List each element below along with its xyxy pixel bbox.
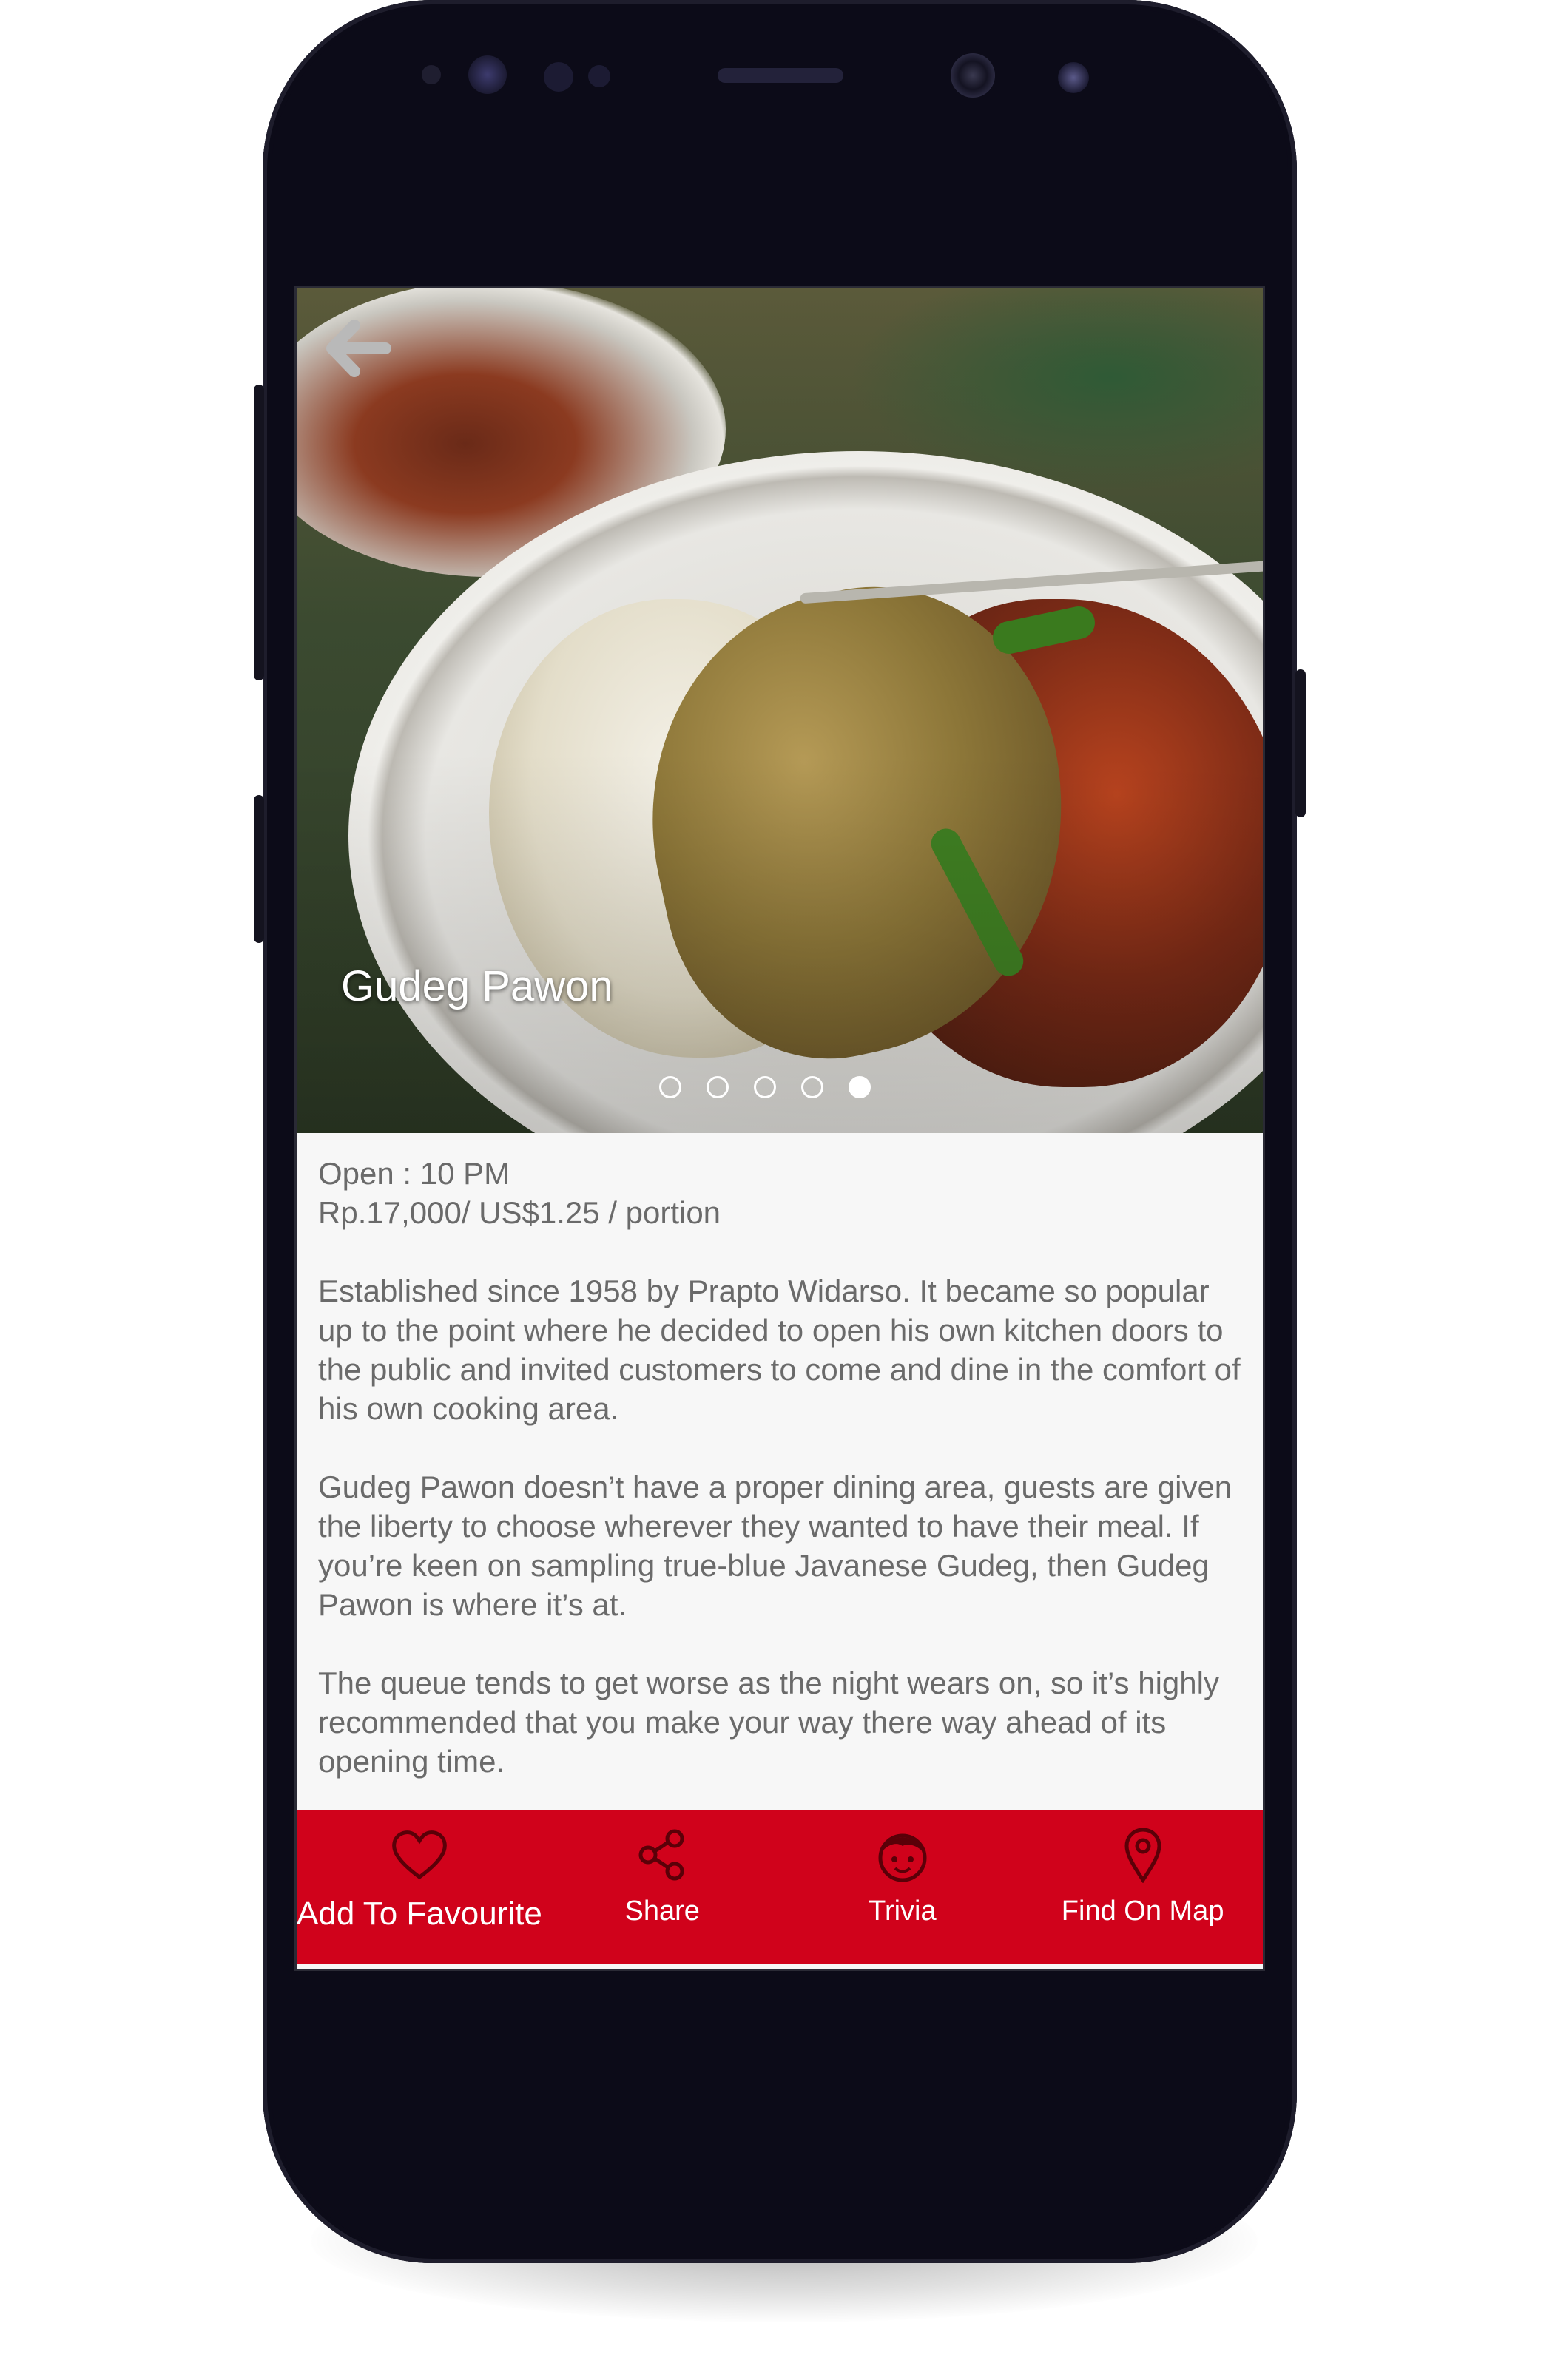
opening-hours: Open : 10 PM [318, 1156, 510, 1191]
front-camera [951, 53, 995, 98]
details-section: Open : 10 PM Rp.17,000/ US$1.25 / portio… [318, 1154, 1243, 1820]
heart-icon [392, 1830, 447, 1880]
face-icon [878, 1833, 927, 1882]
description-paragraph: Gudeg Pawon doesn’t have a proper dining… [318, 1470, 1232, 1622]
add-to-favourite-button[interactable]: Add To Favourite [297, 1810, 542, 1964]
carousel-dot-active[interactable] [849, 1076, 871, 1098]
bottom-navigation: Add To Favourite Share Trivia Find On Ma… [297, 1810, 1263, 1964]
carousel-dot[interactable] [659, 1076, 681, 1098]
earpiece-speaker [718, 68, 843, 83]
food-image-carousel[interactable]: Gudeg Pawon [297, 288, 1263, 1133]
sensor-dot [422, 65, 441, 84]
share-button[interactable]: Share [542, 1810, 783, 1964]
add-to-favourite-label: Add To Favourite [297, 1896, 542, 1932]
share-label: Share [624, 1896, 700, 1927]
carousel-indicator [659, 1076, 871, 1106]
share-icon [638, 1829, 684, 1881]
carousel-dot[interactable] [707, 1076, 729, 1098]
power-button [1295, 669, 1306, 817]
description-paragraph: The queue tends to get worse as the nigh… [318, 1666, 1219, 1779]
carousel-dot[interactable] [801, 1076, 823, 1098]
volume-down-button [254, 795, 264, 943]
trivia-button[interactable]: Trivia [783, 1810, 1023, 1964]
back-button[interactable] [320, 315, 394, 382]
app-screen: Gudeg Pawon Open : 10 PM Rp.17,000/ US$1… [294, 286, 1265, 1971]
find-on-map-button[interactable]: Find On Map [1022, 1810, 1263, 1964]
find-on-map-label: Find On Map [1061, 1896, 1224, 1927]
sensor-dot [1058, 62, 1089, 93]
price: Rp.17,000/ US$1.25 / portion [318, 1195, 721, 1230]
front-camera [468, 55, 507, 94]
arrow-left-icon [326, 320, 391, 377]
sensor-dot [588, 65, 610, 87]
restaurant-name: Gudeg Pawon [341, 962, 613, 1010]
carousel-dot[interactable] [754, 1076, 776, 1098]
sensor-dot [544, 62, 573, 92]
trivia-label: Trivia [869, 1896, 937, 1927]
map-pin-icon [1124, 1828, 1161, 1883]
volume-up-button [254, 385, 264, 680]
description-paragraph: Established since 1958 by Prapto Widarso… [318, 1274, 1241, 1426]
